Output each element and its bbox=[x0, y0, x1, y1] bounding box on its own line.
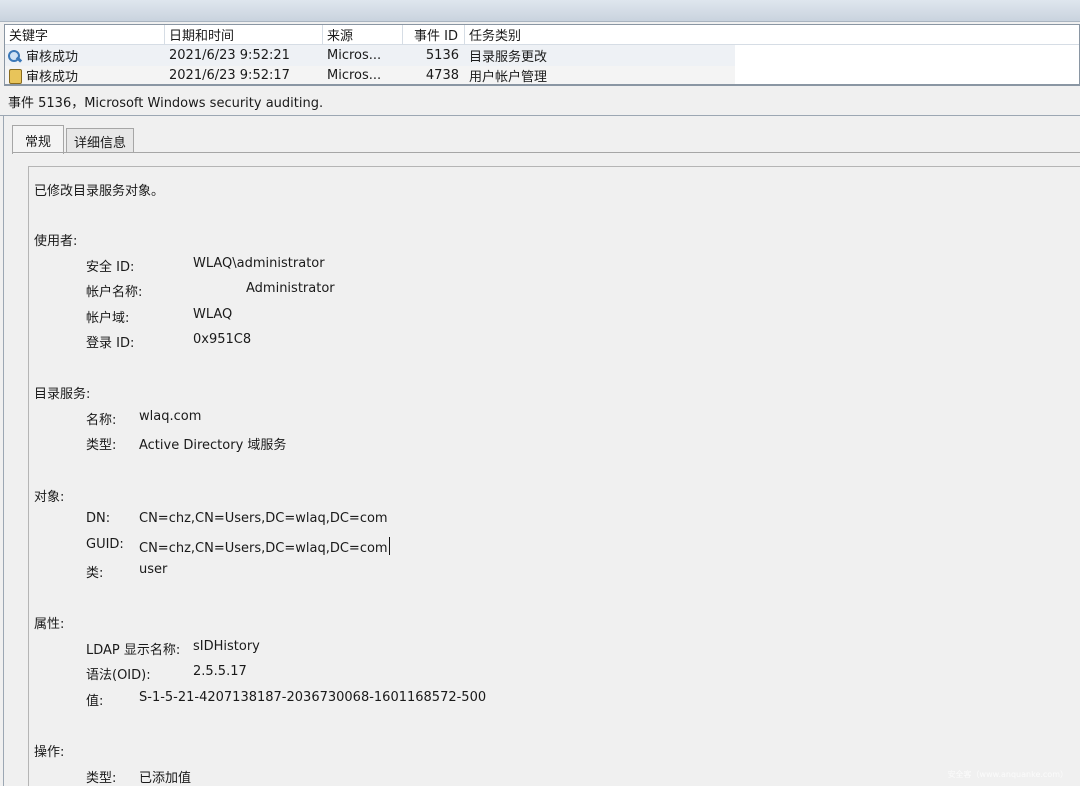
text-cursor bbox=[388, 537, 390, 555]
field-label: 帐户名称: bbox=[86, 285, 143, 300]
field-label: 登录 ID: bbox=[86, 336, 135, 351]
column-header-task-category[interactable]: 任务类别 bbox=[465, 25, 735, 44]
window-top-strip bbox=[0, 0, 1080, 22]
row-task-category: 用户帐户管理 bbox=[469, 70, 548, 85]
tab-general[interactable]: 常规 bbox=[12, 125, 65, 154]
summary-text: 已修改目录服务对象。 bbox=[34, 184, 165, 199]
table-row[interactable]: 审核成功 2021/6/23 9:52:21 Micros... 5136 目录… bbox=[5, 45, 735, 66]
field-label: 帐户域: bbox=[86, 311, 130, 326]
field-label: 类: bbox=[86, 566, 104, 581]
row-datetime: 2021/6/23 9:52:21 bbox=[169, 48, 290, 63]
column-header-keyword[interactable]: 关键字 bbox=[5, 25, 165, 44]
column-header-event-id[interactable]: 事件 ID bbox=[403, 25, 465, 44]
event-list-grid[interactable]: 关键字 日期和时间 来源 事件 ID 任务类别 审核成功 2021/6/23 9… bbox=[4, 24, 1080, 86]
field-label: 类型: bbox=[86, 438, 117, 453]
event-detail-title-bar: 事件 5136，Microsoft Windows security audit… bbox=[0, 88, 1080, 116]
detail-tabs: 常规 详细信息 bbox=[12, 124, 136, 154]
row-task-category: 目录服务更改 bbox=[469, 50, 548, 65]
field-value: CN=chz,CN=Users,DC=wlaq,DC=com bbox=[139, 511, 388, 526]
row-source: Micros... bbox=[327, 68, 382, 83]
row-event-id: 5136 bbox=[425, 48, 459, 63]
field-value: 0x951C8 bbox=[193, 332, 252, 347]
row-event-id: 4738 bbox=[425, 68, 459, 83]
audit-success-icon bbox=[7, 68, 23, 84]
row-datetime: 2021/6/23 9:52:17 bbox=[169, 68, 290, 83]
row-keyword: 审核成功 bbox=[26, 50, 79, 65]
row-keyword: 审核成功 bbox=[26, 70, 79, 85]
field-value: 2.5.5.17 bbox=[193, 664, 247, 679]
event-description-panel[interactable]: 已修改目录服务对象。 使用者: 安全 ID: WLAQ\administrato… bbox=[28, 166, 1080, 786]
field-label: 名称: bbox=[86, 413, 117, 428]
tab-divider bbox=[12, 152, 1080, 153]
field-value: Active Directory 域服务 bbox=[139, 438, 287, 453]
field-value: 已添加值 bbox=[139, 771, 192, 786]
field-value: CN=chz,CN=Users,DC=wlaq,DC=com bbox=[139, 541, 388, 556]
field-label: 值: bbox=[86, 694, 104, 709]
object-heading: 对象: bbox=[34, 490, 65, 505]
attribute-heading: 属性: bbox=[34, 617, 65, 632]
column-header-datetime[interactable]: 日期和时间 bbox=[165, 25, 323, 44]
field-value: wlaq.com bbox=[139, 409, 202, 424]
subject-heading: 使用者: bbox=[34, 234, 78, 249]
pane-left-border bbox=[3, 116, 4, 786]
field-label: GUID: bbox=[86, 537, 124, 552]
field-label: 安全 ID: bbox=[86, 260, 135, 275]
operation-heading: 操作: bbox=[34, 745, 65, 760]
event-list-header: 关键字 日期和时间 来源 事件 ID 任务类别 bbox=[5, 25, 1079, 45]
audit-success-icon bbox=[7, 49, 23, 63]
field-value: user bbox=[139, 562, 168, 577]
watermark: 安全客（www.anquanke.com） bbox=[947, 770, 1068, 779]
event-detail-title: 事件 5136，Microsoft Windows security audit… bbox=[8, 96, 324, 111]
tab-details[interactable]: 详细信息 bbox=[66, 128, 135, 153]
column-header-source[interactable]: 来源 bbox=[323, 25, 403, 44]
field-label: DN: bbox=[86, 511, 111, 526]
field-label: 语法(OID): bbox=[86, 668, 151, 683]
row-source: Micros... bbox=[327, 48, 382, 63]
field-value: S-1-5-21-4207138187-2036730068-160116857… bbox=[139, 690, 487, 705]
field-value: sIDHistory bbox=[193, 639, 260, 654]
field-label: 类型: bbox=[86, 771, 117, 786]
table-row[interactable]: 审核成功 2021/6/23 9:52:17 Micros... 4738 用户… bbox=[5, 66, 735, 85]
field-value: WLAQ bbox=[193, 307, 233, 322]
field-label: LDAP 显示名称: bbox=[86, 643, 181, 658]
field-value: Administrator bbox=[246, 281, 335, 296]
directory-service-heading: 目录服务: bbox=[34, 387, 91, 402]
field-value: WLAQ\administrator bbox=[193, 256, 325, 271]
